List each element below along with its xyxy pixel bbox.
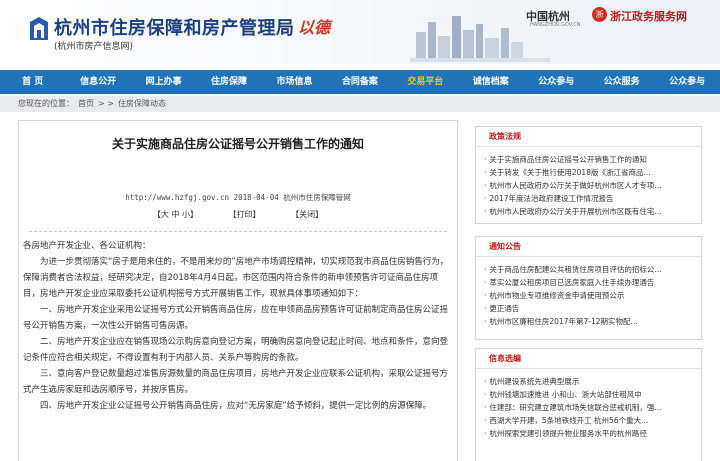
site-title: 杭州市住房保障和房产管理局 xyxy=(54,18,295,39)
list-item[interactable]: · 2017年度法治政府建设工作情况报告 xyxy=(484,192,701,205)
bullet-icon: · xyxy=(484,304,487,313)
list-item[interactable]: · 关于转发《关于推行使用2018版《浙江省商品... xyxy=(484,166,701,179)
list-item[interactable]: · 杭州钱塘加速推进 小和山、浙大站部住租风中 xyxy=(484,388,701,401)
article-divider xyxy=(29,231,447,232)
bullet-icon: · xyxy=(484,181,487,190)
nav-public-participation[interactable]: 公众参与 xyxy=(524,70,589,94)
policy-list: · 关于实施商品住房公证摇号公开销售工作的通知 · 关于转发《关于推行使用2018版… xyxy=(476,147,701,222)
nav-online-services[interactable]: 网上办事 xyxy=(131,70,196,94)
list-item[interactable]: · 杭州市区廉租住房2017年第7-12期实物配... xyxy=(484,315,701,328)
zhejiang-logo-icon: 浙 xyxy=(592,7,607,22)
list-item[interactable]: · 杭州探索党建引领提升物业服务水平的杭州路径 xyxy=(484,427,701,440)
article-paragraph: 一、房地产开发企业采用公证摇号方式公开销售商品住房，应在申领商品房预售许可证前制… xyxy=(23,305,449,331)
article-paragraph: 为进一步贯彻落实“房子是用来住的，不是用来炒的”房地产市场调控精神，切实规范我市… xyxy=(23,257,449,299)
news-panel: 信息选编 · 杭州建设系统先进典型展示 · 杭州钱塘加速推进 小和山、浙大站部住租风… xyxy=(475,348,702,461)
article-body: 各房地产开发企业、各公证机构： 为进一步贯彻落实“房子是用来住的，不是用来炒的”… xyxy=(19,238,459,414)
bullet-icon: · xyxy=(484,168,487,177)
bullet-icon: · xyxy=(484,390,487,399)
print-button[interactable]: 【打印】 xyxy=(229,210,261,219)
list-item[interactable]: · 萃实公厦公租房项目已选房家庭入住手续办理通告 xyxy=(484,276,701,289)
list-item[interactable]: · 西湖大学开建，5条地铁线开工 杭州56个重大... xyxy=(484,414,701,427)
breadcrumb: 您现在的位置： 首页 > > 住房保障动态 xyxy=(0,96,720,112)
bureau-logo-icon xyxy=(30,17,48,40)
site-header: 杭州市住房保障和房产管理局 (杭州市房产信息网) 以德 中国杭州 HANGZHO… xyxy=(0,0,720,64)
breadcrumb-separator: > > xyxy=(98,99,114,108)
nav-public-services[interactable]: 公众服务 xyxy=(589,70,654,94)
zhejiang-service-link[interactable]: 浙江政务服务网 xyxy=(610,8,687,24)
main-nav: 首 页 信息公开 网上办事 住房保障 市场信息 合同备案 交易平台 诚信档案 公… xyxy=(0,70,720,94)
list-item[interactable]: · 杭州市物业专项维修资金申请使用预公示 xyxy=(484,289,701,302)
breadcrumb-prefix: 您现在的位置： xyxy=(18,99,74,108)
notice-panel-title: 通知公告 xyxy=(476,237,701,257)
nav-trading-platform[interactable]: 交易平台 xyxy=(393,70,458,94)
nav-credit-records[interactable]: 诚信档案 xyxy=(458,70,523,94)
bullet-icon: · xyxy=(484,265,487,274)
article-meta: http://www.hzfgj.gov.cn 2018-04-04 杭州市住房… xyxy=(125,193,351,202)
nav-market-info[interactable]: 市场信息 xyxy=(262,70,327,94)
bullet-icon: · xyxy=(484,278,487,287)
nav-contract-filing[interactable]: 合同备案 xyxy=(327,70,392,94)
bullet-icon: · xyxy=(484,291,487,300)
list-item[interactable]: · 关于商品住房配建公共租赁住房项目评估的招标公... xyxy=(484,263,701,276)
font-size-switch[interactable]: 【大 中 小】 xyxy=(153,210,198,219)
nav-home[interactable]: 首 页 xyxy=(0,70,65,94)
bullet-icon: · xyxy=(484,317,487,326)
article-salutation: 各房地产开发企业、各公证机构： xyxy=(23,241,151,251)
site-subtitle: (杭州市房产信息网) xyxy=(54,42,134,52)
list-item[interactable]: · 杭州市人民政府办公厅关于做好杭州市区人才专项... xyxy=(484,179,701,192)
nav-info-disclosure[interactable]: 信息公开 xyxy=(65,70,130,94)
bullet-icon: · xyxy=(484,377,487,386)
news-panel-title: 信息选编 xyxy=(476,349,701,369)
bullet-icon: · xyxy=(484,416,487,425)
policy-panel-title: 政策法规 xyxy=(476,127,701,147)
list-item[interactable]: · 更正通告 xyxy=(484,302,701,315)
notice-list: · 关于商品住房配建公共租赁住房项目评估的招标公... · 萃实公厦公租房项目已选房… xyxy=(476,257,701,332)
breadcrumb-current[interactable]: 住房保障动态 xyxy=(118,99,166,108)
article-paragraph: 三、意向客户登记数量超过准售房源数量的商品住房项目，房地产开发企业应联系公证机构… xyxy=(23,369,449,395)
notice-panel: 通知公告 · 关于商品住房配建公共租赁住房项目评估的招标公... · 萃实公厦公租房… xyxy=(475,236,702,340)
bullet-icon: · xyxy=(484,429,487,438)
bullet-icon: · xyxy=(484,155,487,164)
seal-logo: 以德 xyxy=(298,18,331,37)
article-panel: 关于实施商品住房公证摇号公开销售工作的通知 http://www.hzfgj.g… xyxy=(18,120,458,461)
article-paragraph: 四、房地产开发企业公证摇号公开销售商品住房，应对“无房家庭”给予倾斜，提供一定比… xyxy=(40,401,432,411)
bullet-icon: · xyxy=(484,207,487,216)
list-item[interactable]: · 杭州市人民政府办公厅关于开展杭州市区既有住宅... xyxy=(484,205,701,218)
hangzhou-gov-subtext: HANGZHOU.GOV.CN xyxy=(530,22,581,28)
policy-panel: 政策法规 · 关于实施商品住房公证摇号公开销售工作的通知 · 关于转发《关于推行使用… xyxy=(475,126,702,224)
nav-housing-security[interactable]: 住房保障 xyxy=(196,70,261,94)
nav-public-participation-2[interactable]: 公众参与 xyxy=(654,70,719,94)
article-tools: 【大 中 小】 【打印】 【关闭】 xyxy=(19,209,457,220)
news-list: · 杭州建设系统先进典型展示 · 杭州钱塘加速推进 小和山、浙大站部住租风中 · 住建… xyxy=(476,369,701,444)
list-item[interactable]: · 关于实施商品住房公证摇号公开销售工作的通知 xyxy=(484,153,701,166)
list-item[interactable]: · 住建部：研究建立建筑市场失信联合惩戒机制，强... xyxy=(484,401,701,414)
breadcrumb-home[interactable]: 首页 xyxy=(78,99,94,108)
article-title: 关于实施商品住房公证摇号公开销售工作的通知 xyxy=(111,137,364,151)
bullet-icon: · xyxy=(484,403,487,412)
article-paragraph: 二、房地产开发企业应在销售现场公示购房意向登记方案，明确购房意向登记起止时间、地… xyxy=(23,337,449,363)
close-button[interactable]: 【关闭】 xyxy=(291,210,323,219)
bullet-icon: · xyxy=(484,194,487,203)
list-item[interactable]: · 杭州建设系统先进典型展示 xyxy=(484,375,701,388)
